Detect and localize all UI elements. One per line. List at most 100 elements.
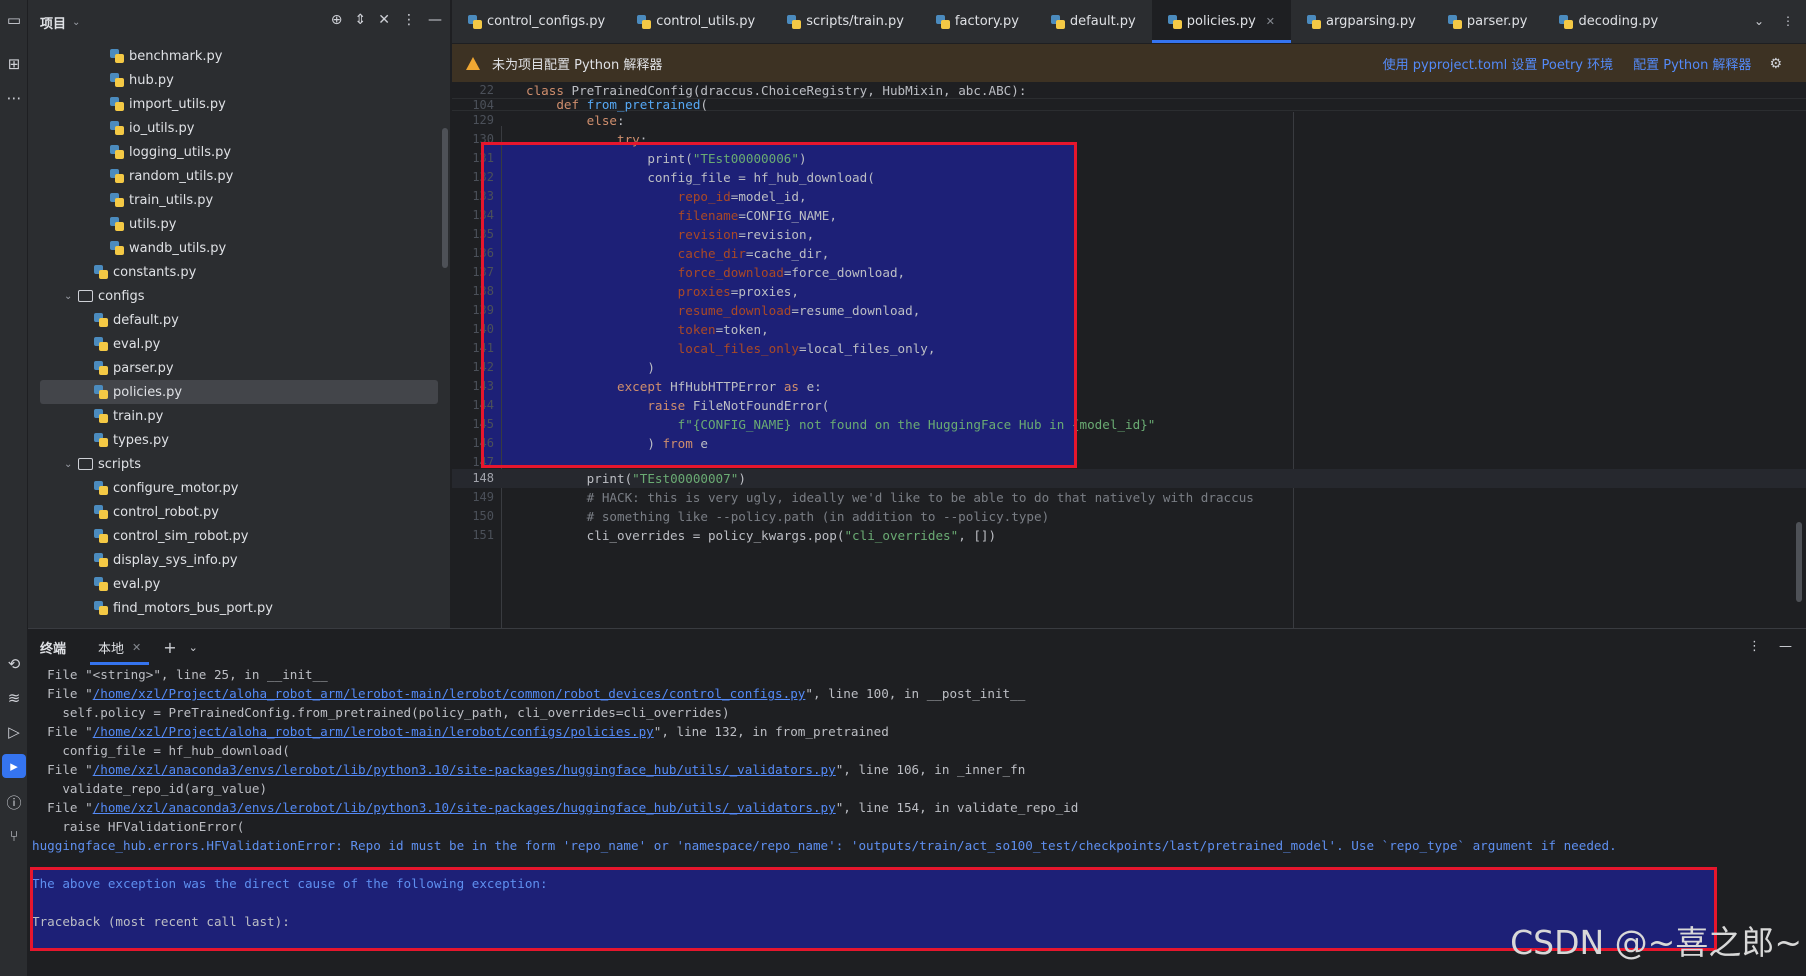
- locate-icon[interactable]: ⊕: [331, 12, 343, 28]
- tree-file[interactable]: benchmark.py: [28, 44, 450, 68]
- chevron-down-icon[interactable]: ⌄: [189, 641, 198, 654]
- code-text: # HACK: this is very ugly, ideally we'd …: [526, 490, 1254, 505]
- tree-file[interactable]: io_utils.py: [28, 116, 450, 140]
- tree-item-label: logging_utils.py: [129, 144, 232, 160]
- tree-file[interactable]: utils.py: [28, 212, 450, 236]
- tree-file[interactable]: train.py: [28, 404, 450, 428]
- terminal-tab-local[interactable]: 本地 ✕: [90, 629, 150, 665]
- structure-icon[interactable]: ⊞: [2, 52, 26, 76]
- line-number: 149: [472, 490, 494, 504]
- tab-decoding-py[interactable]: decoding.py: [1543, 0, 1674, 43]
- collapse-icon[interactable]: ✕: [378, 12, 390, 28]
- chevron-down-icon[interactable]: ⌄: [64, 291, 78, 302]
- terminal-icon[interactable]: ▸: [2, 754, 26, 778]
- tree-file[interactable]: import_utils.py: [28, 92, 450, 116]
- options-icon[interactable]: ⋮: [402, 12, 416, 28]
- tab-default-py[interactable]: default.py: [1035, 0, 1152, 43]
- run-icon[interactable]: ▷: [2, 720, 26, 744]
- problems-icon[interactable]: ⓘ: [2, 790, 26, 814]
- python-file-icon: [94, 385, 108, 399]
- python-file-icon: [1050, 14, 1065, 29]
- tab-label: parser.py: [1466, 14, 1528, 29]
- tab-parser-py[interactable]: parser.py: [1432, 0, 1544, 43]
- chevron-down-icon[interactable]: ⌄: [64, 459, 78, 470]
- tab-label: factory.py: [954, 14, 1019, 29]
- python-file-icon: [94, 409, 108, 423]
- terminal-text: File ": [32, 800, 93, 815]
- tab-control-utils-py[interactable]: control_utils.py: [621, 0, 771, 43]
- scrollbar[interactable]: [1796, 522, 1802, 602]
- tree-file[interactable]: policies.py: [40, 380, 438, 404]
- tree-file[interactable]: configure_motor.py: [28, 476, 450, 500]
- scrollbar[interactable]: [442, 128, 448, 268]
- python-file-icon: [110, 193, 124, 207]
- chevron-down-icon[interactable]: ⌄: [1754, 14, 1764, 28]
- poetry-setup-link[interactable]: 使用 pyproject.toml 设置 Poetry 环境: [1383, 54, 1614, 73]
- terminal-text: validate_repo_id(arg_value): [32, 781, 268, 796]
- configure-interpreter-link[interactable]: 配置 Python 解释器: [1633, 54, 1751, 73]
- tree-file[interactable]: random_utils.py: [28, 164, 450, 188]
- terminal-text: huggingface_hub.errors.HFValidationError…: [32, 838, 1617, 853]
- tab-label: control_utils.py: [656, 14, 756, 29]
- code-line: 151 cli_overrides = policy_kwargs.pop("c…: [452, 526, 1806, 545]
- python-file-icon: [1447, 14, 1462, 29]
- project-title[interactable]: 项目: [40, 13, 66, 32]
- python-file-icon: [94, 337, 108, 351]
- terminal-text: ", line 106, in _inner_fn: [835, 762, 1026, 777]
- chevron-down-icon[interactable]: ⌄: [72, 17, 80, 28]
- tree-file[interactable]: find_motors_bus_port.py: [28, 596, 450, 620]
- python-file-icon: [94, 505, 108, 519]
- code-text: def from_pretrained(: [556, 97, 709, 112]
- expand-icon[interactable]: ⇕: [355, 12, 367, 28]
- gear-icon[interactable]: ⚙: [1769, 56, 1782, 72]
- python-console-icon[interactable]: ⟲: [2, 652, 26, 676]
- git-icon[interactable]: ⑂: [2, 824, 26, 848]
- tab-control-configs-py[interactable]: control_configs.py: [452, 0, 621, 43]
- close-icon[interactable]: ✕: [132, 641, 141, 654]
- layers-icon[interactable]: ≋: [2, 686, 26, 710]
- tree-file[interactable]: constants.py: [28, 260, 450, 284]
- terminal-text: File ": [32, 724, 93, 739]
- tree-file[interactable]: control_sim_robot.py: [28, 524, 450, 548]
- close-icon[interactable]: ✕: [1266, 15, 1275, 28]
- tab-label: policies.py: [1186, 14, 1256, 29]
- code-editor[interactable]: 22 class PreTrainedConfig(draccus.ChoiceR…: [452, 82, 1806, 628]
- python-file-icon: [94, 601, 108, 615]
- file-path-link[interactable]: /home/xzl/Project/aloha_robot_arm/lerobo…: [93, 686, 806, 701]
- tab-argparsing-py[interactable]: argparsing.py: [1291, 0, 1432, 43]
- tab-factory-py[interactable]: factory.py: [920, 0, 1035, 43]
- tree-file[interactable]: logging_utils.py: [28, 140, 450, 164]
- hide-icon[interactable]: —: [428, 12, 442, 28]
- file-path-link[interactable]: /home/xzl/anaconda3/envs/lerobot/lib/pyt…: [93, 800, 836, 815]
- file-path-link[interactable]: /home/xzl/Project/aloha_robot_arm/lerobo…: [93, 724, 654, 739]
- notice-text: 未为项目配置 Python 解释器: [492, 57, 663, 73]
- tree-folder[interactable]: ⌄ scripts: [28, 452, 450, 476]
- tree-file[interactable]: eval.py: [28, 332, 450, 356]
- tree-folder[interactable]: ⌄ configs: [28, 284, 450, 308]
- more-icon[interactable]: ⋯: [2, 86, 26, 110]
- tree-file[interactable]: default.py: [28, 308, 450, 332]
- code-line: 129 else:: [452, 111, 1806, 130]
- tree-file[interactable]: hub.py: [28, 68, 450, 92]
- tree-item-label: find_motors_bus_port.py: [113, 600, 273, 616]
- tab-policies-py[interactable]: policies.py ✕: [1151, 0, 1292, 43]
- tree-file[interactable]: types.py: [28, 428, 450, 452]
- more-icon[interactable]: ⋮: [1782, 14, 1794, 28]
- options-icon[interactable]: ⋮: [1748, 639, 1761, 654]
- tree-file[interactable]: control_robot.py: [28, 500, 450, 524]
- python-file-icon: [1167, 14, 1182, 29]
- tree-file[interactable]: train_utils.py: [28, 188, 450, 212]
- terminal-title: 终端: [40, 641, 67, 657]
- tree-file[interactable]: wandb_utils.py: [28, 236, 450, 260]
- file-path-link[interactable]: /home/xzl/anaconda3/envs/lerobot/lib/pyt…: [93, 762, 836, 777]
- tree-file[interactable]: parser.py: [28, 356, 450, 380]
- hide-icon[interactable]: —: [1779, 639, 1792, 654]
- tree-file[interactable]: eval.py: [28, 572, 450, 596]
- add-terminal-icon[interactable]: +: [163, 638, 176, 657]
- folder-icon[interactable]: ▭: [2, 8, 26, 32]
- python-file-icon: [110, 145, 124, 159]
- tree-item-label: default.py: [113, 312, 179, 328]
- python-file-icon: [94, 529, 108, 543]
- tab-scripts-train-py[interactable]: scripts/train.py: [771, 0, 920, 43]
- tree-file[interactable]: display_sys_info.py: [28, 548, 450, 572]
